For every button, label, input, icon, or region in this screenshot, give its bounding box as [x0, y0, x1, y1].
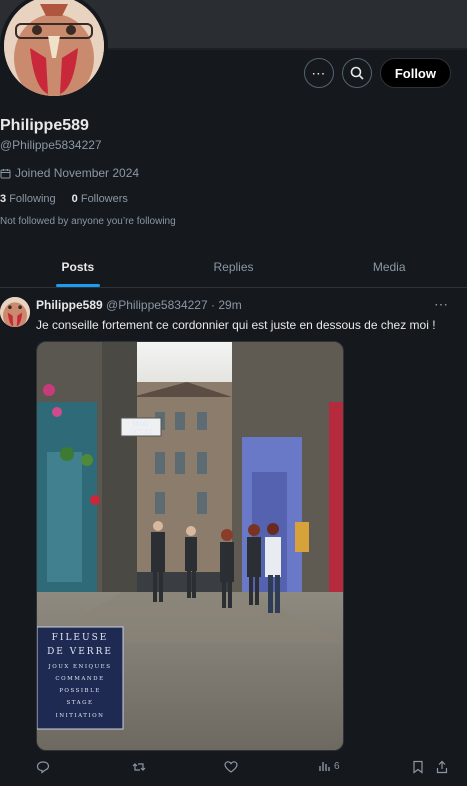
followers-count: 0 — [71, 193, 78, 205]
post-text: Je conseille fortement ce cordonnier qui… — [36, 318, 436, 332]
shop-sign-line-2: OCCAZ — [130, 429, 153, 436]
more-options-button[interactable]: ⋯ — [303, 58, 334, 88]
post-image[interactable]: MAG' OCCAZ FILEUSE DE VERRE JOUX ENIQUES… — [36, 341, 344, 751]
followers-label: Followers — [80, 193, 128, 205]
board-line-4: COMMANDE — [55, 676, 104, 682]
following-link[interactable]: 3 Following — [0, 193, 56, 205]
profile-actions: ⋯ Follow — [303, 58, 451, 88]
search-icon — [350, 66, 364, 80]
street-photo: MAG' OCCAZ FILEUSE DE VERRE JOUX ENIQUES… — [37, 342, 343, 750]
following-label: Following — [9, 193, 56, 205]
post-action-bar: 6 — [36, 760, 456, 780]
post-time[interactable]: 29m — [218, 298, 241, 312]
views-button[interactable]: 6 — [318, 760, 340, 772]
board-line-7: INITIATION — [56, 713, 105, 719]
calendar-icon — [0, 168, 11, 178]
board-line-2: DE VERRE — [47, 647, 113, 657]
board-line-6: STAGE — [66, 700, 93, 706]
joined-text: Joined November 2024 — [15, 166, 140, 180]
board-line-5: POSSIBLE — [59, 688, 101, 694]
search-button[interactable] — [341, 58, 372, 88]
heart-icon — [224, 761, 238, 773]
shop-sign-line-1: MAG' — [133, 421, 150, 428]
more-icon: ⋯ — [434, 296, 449, 312]
like-button[interactable] — [224, 760, 238, 774]
tab-posts[interactable]: Posts — [0, 246, 156, 287]
share-icon — [436, 760, 448, 774]
tab-media[interactable]: Media — [311, 246, 467, 287]
follow-stats: 3 Following 0 Followers — [0, 193, 128, 205]
post-author-handle[interactable]: @Philippe5834227 — [106, 298, 208, 312]
following-count: 3 — [0, 193, 7, 205]
followers-link[interactable]: 0 Followers — [72, 193, 128, 205]
profile-avatar[interactable] — [0, 0, 108, 100]
repost-button[interactable] — [132, 760, 146, 774]
bookmark-button[interactable] — [412, 760, 424, 774]
reply-icon — [36, 761, 50, 774]
profile-handle: @Philippe5834227 — [0, 138, 102, 152]
profile-tabs: Posts Replies Media — [0, 246, 467, 288]
post-header: Philippe589 @Philippe5834227 · 29m — [36, 298, 242, 312]
share-button[interactable] — [436, 760, 448, 774]
views-count: 6 — [334, 760, 340, 772]
avatar-image — [4, 0, 104, 96]
repost-icon — [132, 763, 146, 771]
follow-button[interactable]: Follow — [379, 58, 451, 88]
post-author-name[interactable]: Philippe589 — [36, 298, 103, 312]
post-author-avatar[interactable] — [0, 297, 30, 327]
post-more-button[interactable]: ⋯ — [434, 296, 449, 313]
views-icon — [319, 762, 330, 771]
tab-replies[interactable]: Replies — [156, 246, 312, 287]
board-line-1: FILEUSE — [52, 633, 109, 643]
profile-display-name: Philippe589 — [0, 117, 89, 134]
joined-date: Joined November 2024 — [0, 166, 139, 180]
more-icon: ⋯ — [311, 65, 327, 81]
board-line-3: JOUX ENIQUES — [48, 664, 112, 670]
post-separator: · — [211, 298, 215, 312]
not-followed-note: Not followed by anyone you’re following — [0, 216, 176, 227]
avatar-image — [0, 297, 30, 327]
bookmark-icon — [413, 760, 423, 774]
reply-button[interactable] — [36, 760, 50, 774]
